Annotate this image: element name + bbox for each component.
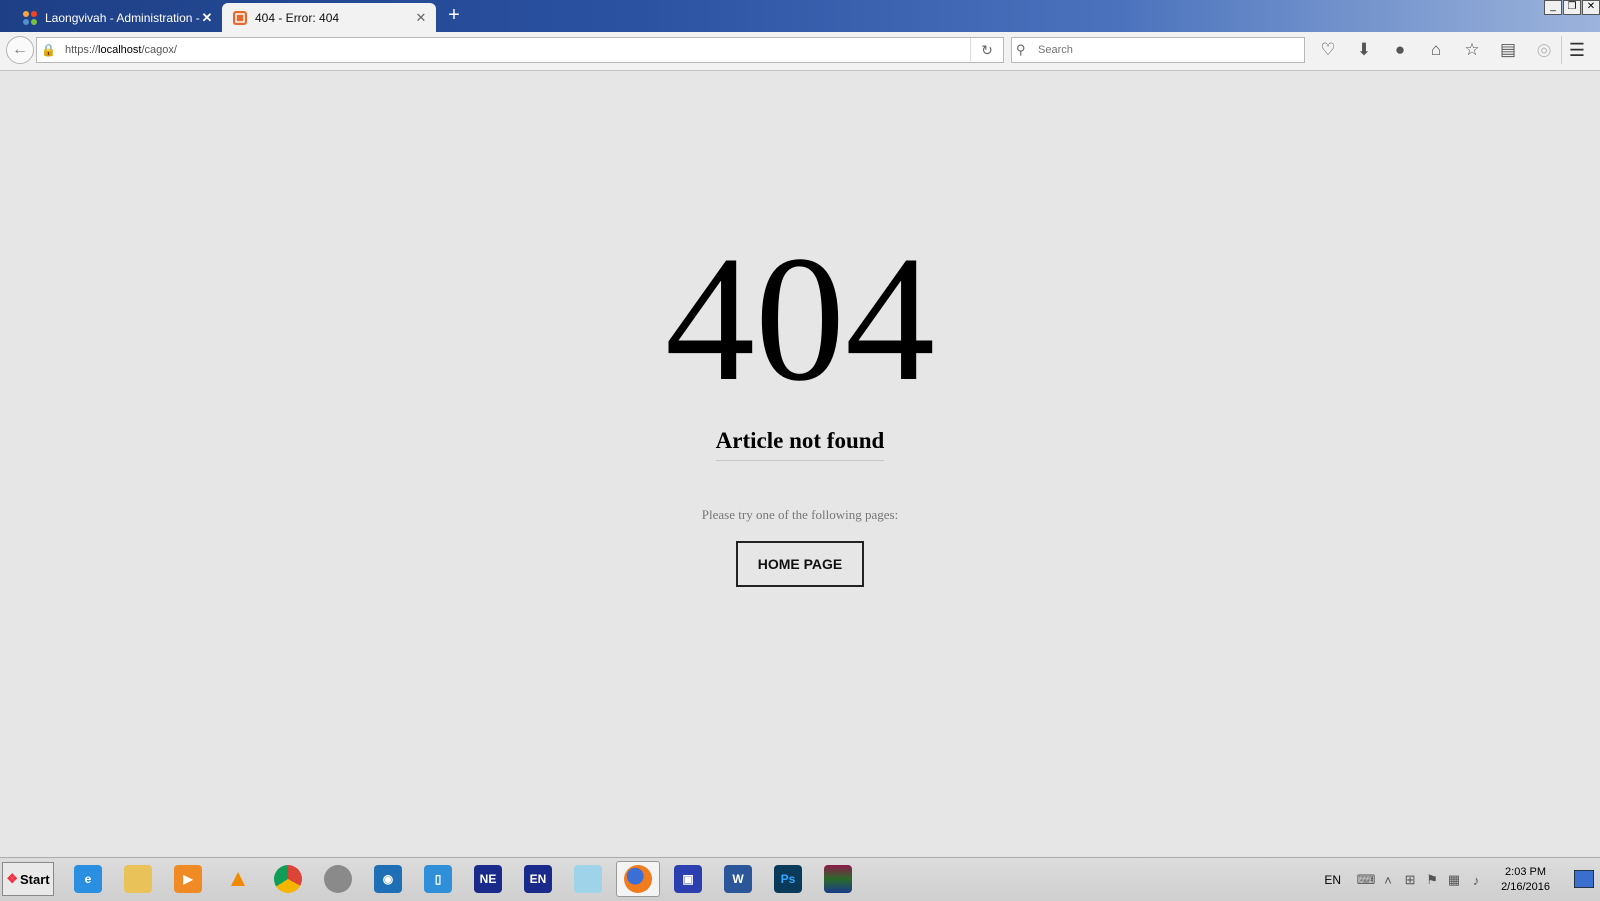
sync-icon[interactable]: ◎ (1526, 36, 1562, 64)
close-tab-icon[interactable]: ✕ (200, 10, 214, 26)
window-controls: _ ❐ ✕ (1543, 0, 1600, 15)
language-indicator[interactable]: EN (1324, 873, 1341, 887)
close-window-icon[interactable]: ✕ (1582, 0, 1600, 15)
file-explorer-icon[interactable] (116, 861, 160, 897)
action-center-icon[interactable]: ⚑ (1421, 872, 1443, 888)
lock-icon: 🔒 (41, 43, 56, 57)
page-title: Article not found (715, 428, 885, 461)
notepad-icon[interactable] (566, 861, 610, 897)
reload-icon[interactable]: ↻ (970, 38, 1003, 62)
search-bar[interactable]: ⚲ (1011, 37, 1305, 63)
error-page-icon (232, 10, 248, 26)
reader-app-icon[interactable]: ▯ (416, 861, 460, 897)
search-input[interactable] (1036, 43, 1304, 57)
tab-administration[interactable]: Laongvivah - Administration - ... ✕ (12, 3, 222, 32)
camera-app-icon[interactable]: ◉ (366, 861, 410, 897)
toolbar-icons: ♡ ⬇ ● ⌂ ☆ ▤ ◎ (1310, 36, 1562, 64)
keyboard-icon[interactable]: ⌨ (1355, 872, 1377, 888)
network-icon[interactable]: ▦ (1443, 872, 1465, 888)
media-player-icon[interactable]: ▶ (166, 861, 210, 897)
tab-label: Laongvivah - Administration - ... (45, 10, 200, 25)
photoshop-icon[interactable]: Ps (766, 861, 810, 897)
clock-time: 2:03 PM (1505, 866, 1547, 878)
save-app-icon[interactable]: ▣ (666, 861, 710, 897)
pocket-icon[interactable]: ♡ (1310, 36, 1346, 64)
close-tab-icon[interactable]: ✕ (414, 10, 428, 26)
back-arrow-icon: ← (12, 41, 28, 58)
tab-strip: Laongvivah - Administration - ... ✕ 404 … (0, 0, 1600, 32)
bookmark-star-icon[interactable]: ☆ (1454, 36, 1490, 64)
word-icon[interactable]: W (716, 861, 760, 897)
chat-icon[interactable]: ● (1382, 36, 1418, 64)
error-heading: Article not found (0, 428, 1600, 461)
download-icon[interactable]: ⬇ (1346, 36, 1382, 64)
search-icon: ⚲ (1016, 42, 1026, 57)
show-desktop-icon[interactable] (1574, 870, 1594, 888)
url-text[interactable]: https://localhost/cagox/ (61, 44, 970, 56)
clock[interactable]: 2:03 PM 2/16/2016 (1501, 865, 1550, 895)
page-content: 404 Article not found Please try one of … (0, 71, 1600, 857)
new-tab-icon[interactable]: + (444, 5, 464, 26)
start-label: Start (20, 871, 50, 887)
reading-list-icon[interactable]: ▤ (1490, 36, 1526, 64)
menu-icon[interactable]: ☰ (1561, 36, 1592, 64)
taskbar-apps: e ▶ ▲ ◉ ▯ NE EN ▣ W Ps (66, 861, 866, 897)
firefox-icon[interactable] (616, 861, 660, 897)
chrome-icon[interactable] (266, 861, 310, 897)
taskbar: ❖ Start e ▶ ▲ ◉ ▯ NE EN ▣ W Ps EN ⌨ ˄ ⊞ … (0, 857, 1600, 901)
vlc-icon[interactable]: ▲ (216, 861, 260, 897)
internet-explorer-icon[interactable]: e (66, 861, 110, 897)
restore-icon[interactable]: ❐ (1563, 0, 1581, 15)
windows-flag-icon[interactable]: ⊞ (1399, 872, 1421, 888)
system-tray: EN ⌨ ˄ ⊞ ⚑ ▦ ♪ 2:03 PM 2/16/2016 (1324, 862, 1550, 898)
start-button[interactable]: ❖ Start (2, 862, 54, 896)
back-button[interactable]: ← (6, 36, 34, 64)
joomla-icon (22, 10, 38, 26)
en-app-icon[interactable]: EN (516, 861, 560, 897)
show-hidden-icons-icon[interactable]: ˄ (1377, 873, 1399, 888)
hint-text: Please try one of the following pages: (701, 507, 899, 522)
windows-logo-icon: ❖ (6, 871, 19, 886)
home-icon[interactable]: ⌂ (1418, 36, 1454, 64)
navigation-toolbar: ← 🔒 https://localhost/cagox/ ↻ ⚲ ♡ ⬇ ● ⌂… (0, 32, 1600, 71)
clock-date: 2/16/2016 (1501, 881, 1550, 893)
ne-app-icon[interactable]: NE (466, 861, 510, 897)
tab-404-error[interactable]: 404 - Error: 404 ✕ (222, 3, 436, 32)
error-code: 404 (665, 219, 935, 418)
address-bar[interactable]: 🔒 https://localhost/cagox/ ↻ (36, 37, 1004, 63)
minimize-icon[interactable]: _ (1544, 0, 1562, 15)
winrar-icon[interactable] (816, 861, 860, 897)
tab-label: 404 - Error: 404 (255, 10, 340, 25)
volume-icon[interactable]: ♪ (1465, 873, 1487, 888)
app-portrait-icon[interactable] (316, 861, 360, 897)
home-page-button[interactable]: HOME PAGE (736, 541, 864, 587)
